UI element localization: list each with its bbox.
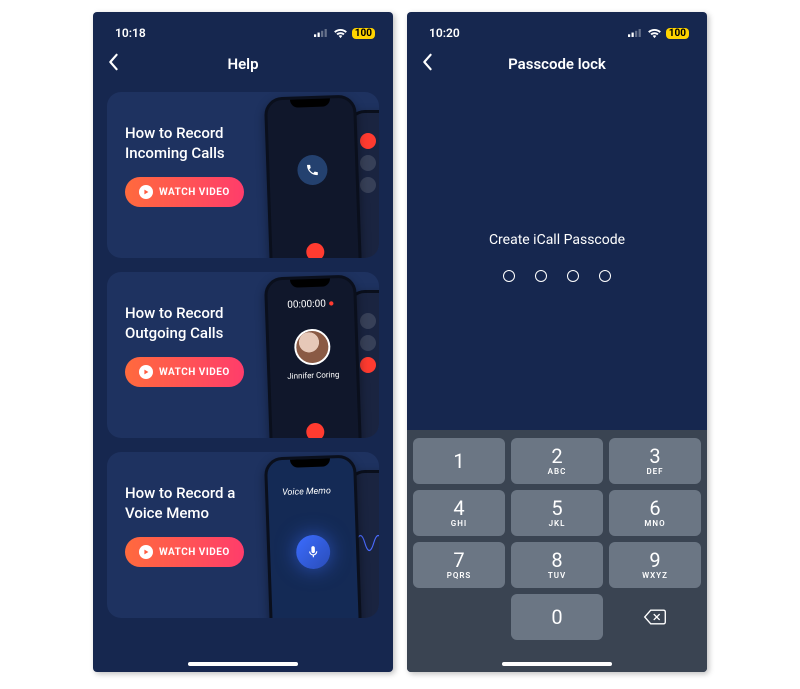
- phone-mock-main: Voice Memo: [264, 454, 362, 618]
- phone-mock-main: [264, 94, 362, 258]
- avatar: [294, 328, 331, 365]
- key-3[interactable]: 3DEF: [609, 438, 701, 484]
- status-right: 100: [628, 28, 689, 39]
- home-indicator[interactable]: [502, 662, 612, 666]
- card-art: Voice Memo: [239, 462, 379, 618]
- battery-badge: 100: [352, 28, 375, 39]
- watch-video-label: WATCH VIDEO: [159, 187, 230, 198]
- card-art: 00:00:00 ● Jinnifer Coring: [239, 282, 379, 438]
- card-title: How to Record a Voice Memo: [125, 484, 259, 523]
- help-card-incoming[interactable]: How to Record Incoming Calls WATCH VIDEO: [107, 92, 379, 258]
- watch-video-button[interactable]: WATCH VIDEO: [125, 177, 244, 207]
- nav-header: Passcode lock: [407, 46, 707, 82]
- phone-passcode-screen: 10:20 100 Passcode lock Create iCall Pas…: [407, 12, 707, 672]
- key-9[interactable]: 9WXYZ: [609, 542, 701, 588]
- key-8[interactable]: 8TUV: [511, 542, 603, 588]
- back-button[interactable]: [421, 53, 433, 75]
- backspace-icon: [643, 608, 667, 626]
- mic-icon: [296, 534, 331, 569]
- battery-badge: 100: [666, 28, 689, 39]
- passcode-dot: [503, 270, 515, 282]
- help-card-outgoing[interactable]: 00:00:00 ● Jinnifer Coring How to Record…: [107, 272, 379, 438]
- key-7[interactable]: 7PQRS: [413, 542, 505, 588]
- watch-video-label: WATCH VIDEO: [159, 547, 230, 558]
- play-icon: [139, 185, 153, 199]
- nav-header: Help: [93, 46, 393, 82]
- watch-video-label: WATCH VIDEO: [159, 367, 230, 378]
- home-indicator[interactable]: [188, 662, 298, 666]
- wifi-icon: [333, 28, 348, 39]
- passcode-dot: [567, 270, 579, 282]
- key-empty: [413, 594, 505, 640]
- nav-title: Help: [227, 55, 258, 73]
- card-title: How to Record Incoming Calls: [125, 124, 259, 163]
- caller-name: Jinnifer Coring: [270, 369, 356, 381]
- watch-video-button[interactable]: WATCH VIDEO: [125, 537, 244, 567]
- signal-icon: [314, 28, 329, 38]
- voice-memo-label: Voice Memo: [282, 486, 331, 498]
- key-2[interactable]: 2ABC: [511, 438, 603, 484]
- status-time: 10:20: [429, 26, 460, 40]
- key-5[interactable]: 5JKL: [511, 490, 603, 536]
- numeric-keypad: 1 2ABC 3DEF 4GHI 5JKL 6MNO 7PQRS 8TUV 9W…: [407, 430, 707, 672]
- key-4[interactable]: 4GHI: [413, 490, 505, 536]
- passcode-dot: [599, 270, 611, 282]
- watch-video-button[interactable]: WATCH VIDEO: [125, 357, 244, 387]
- key-6[interactable]: 6MNO: [609, 490, 701, 536]
- passcode-prompt: Create iCall Passcode: [407, 232, 707, 248]
- status-bar: 10:20 100: [407, 12, 707, 46]
- call-icon: [297, 154, 328, 185]
- signal-icon: [628, 28, 643, 38]
- status-right: 100: [314, 28, 375, 39]
- back-button[interactable]: [107, 53, 119, 75]
- card-title: How to Record Outgoing Calls: [125, 304, 259, 343]
- phone-mock-main: 00:00:00 ● Jinnifer Coring: [264, 274, 362, 438]
- play-icon: [139, 545, 153, 559]
- wifi-icon: [647, 28, 662, 39]
- help-cards: How to Record Incoming Calls WATCH VIDEO…: [93, 82, 393, 618]
- passcode-dots: [407, 270, 707, 282]
- card-art: [239, 102, 379, 258]
- end-call-icon: [306, 243, 325, 258]
- key-0[interactable]: 0: [511, 594, 603, 640]
- status-time: 10:18: [115, 26, 146, 40]
- call-timer: 00:00:00 ●: [268, 298, 354, 312]
- nav-title: Passcode lock: [508, 55, 606, 73]
- play-icon: [139, 365, 153, 379]
- end-call-icon: [306, 423, 325, 438]
- key-1[interactable]: 1: [413, 438, 505, 484]
- status-bar: 10:18 100: [93, 12, 393, 46]
- key-backspace[interactable]: [609, 594, 701, 640]
- passcode-dot: [535, 270, 547, 282]
- phone-help-screen: 10:18 100 Help: [93, 12, 393, 672]
- help-card-voicememo[interactable]: Voice Memo How to Record a Voice Memo WA…: [107, 452, 379, 618]
